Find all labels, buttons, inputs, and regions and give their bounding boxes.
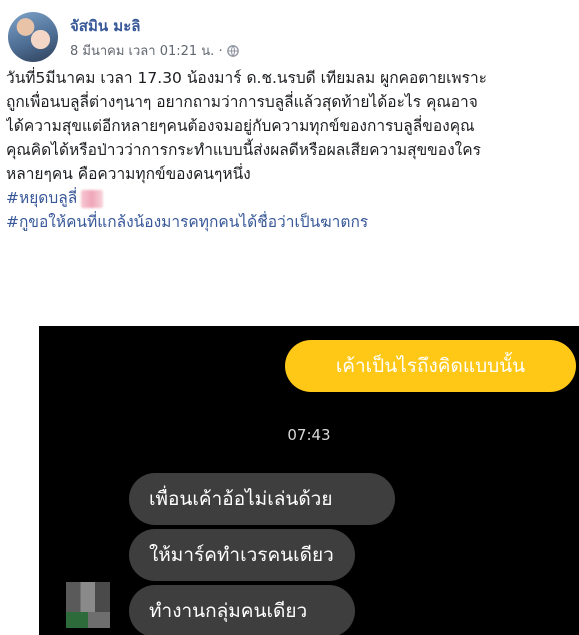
incoming-message-bubble: ทำงานกลุ่มคนเดียว (129, 585, 355, 635)
chat-screenshot-image[interactable]: เค้าเป็นไรถึงคิดแบบนั้น 07:43 เพื่อนเค้า… (39, 326, 579, 635)
post-date[interactable]: 8 มีนาคม เวลา 01:21 น. · (70, 40, 223, 61)
post-text-line: ถูกเพื่อนบลูลี่ต่างๆนาๆ อยากถามว่าการบลู… (6, 93, 478, 111)
hashtag-link[interactable]: #หยุดบลูลี่ (6, 189, 77, 207)
chat-timestamp: 07:43 (287, 426, 331, 444)
hashtag-line: #กูขอให้คนที่แกล้งน้องมารคทุกคนได้ชื่อว่… (6, 210, 578, 234)
globe-icon (226, 44, 239, 57)
blurred-emoji (81, 189, 104, 208)
incoming-message-bubble: ให้มาร์คทำเวรคนเดียว (129, 529, 355, 581)
incoming-message-bubble: เพื่อนเค้าอ้อไม่เล่นด้วย (129, 473, 395, 525)
hashtag-link[interactable]: #กูขอให้คนที่แกล้งน้องมารคทุกคนได้ชื่อว่… (6, 213, 368, 231)
hashtag-line: #หยุดบลูลี่ (6, 186, 578, 210)
sender-avatar-blurred (66, 582, 110, 628)
post-text-line: คุณคิดได้หรือป่าวว่าการกระทำแบบนี้ส่งผลด… (6, 141, 481, 159)
post-text-line: ได้ความสุขแต่อีกหลายๆคนต้องจมอยู่กับความ… (6, 117, 475, 135)
outgoing-message-bubble: เค้าเป็นไรถึงคิดแบบนั้น (285, 340, 576, 392)
author-name[interactable]: จัสมิน มะลิ (70, 14, 140, 38)
post-header: จัสมิน มะลิ 8 มีนาคม เวลา 01:21 น. · (6, 10, 576, 62)
post-body: วันที่5มีนาคม เวลา 17.30 น้องมาร์ ด.ช.นร… (6, 66, 578, 234)
post-meta: 8 มีนาคม เวลา 01:21 น. · (70, 40, 239, 61)
post-text-line: หลายๆคน คือความทุกข์ของคนๆหนึ่ง (6, 165, 251, 183)
author-avatar[interactable] (8, 12, 58, 62)
post-text-line: วันที่5มีนาคม เวลา 17.30 น้องมาร์ ด.ช.นร… (6, 69, 487, 87)
